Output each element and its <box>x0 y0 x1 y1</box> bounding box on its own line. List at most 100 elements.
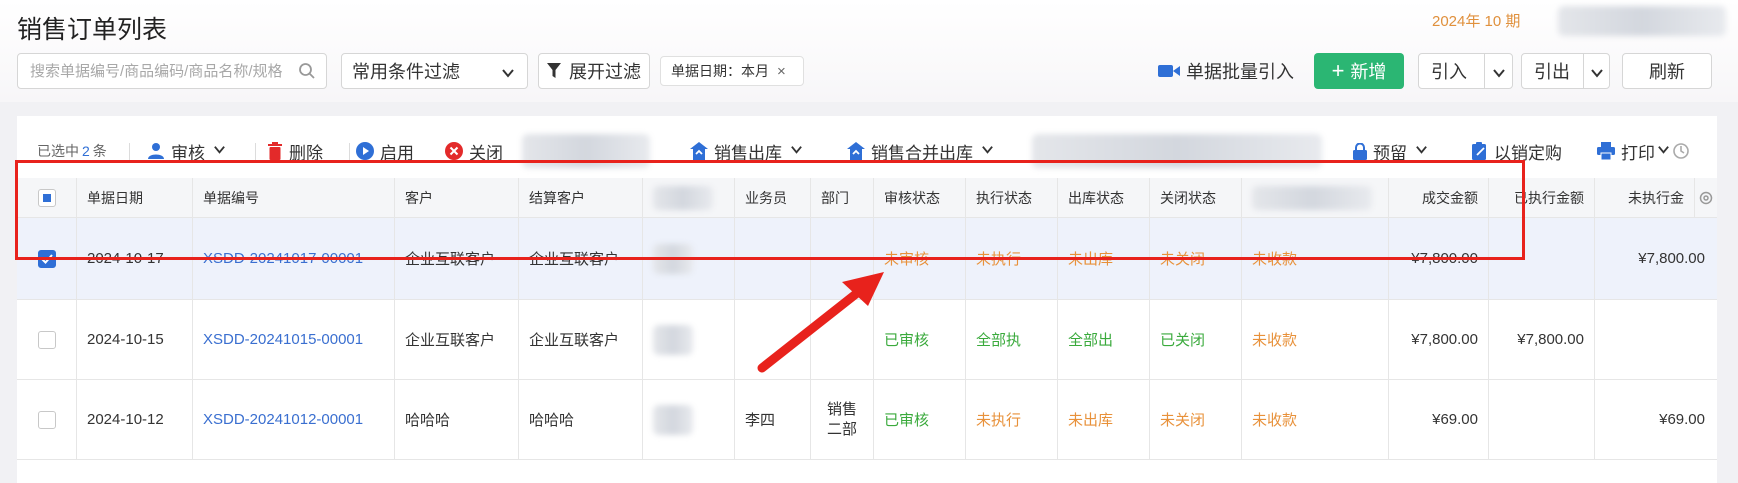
order-number-link[interactable]: XSDD-20241012-00001 <box>193 380 395 459</box>
column-header[interactable]: 审核状态 <box>874 178 966 217</box>
print-label: 打印 <box>1621 143 1655 163</box>
department <box>811 218 874 299</box>
sales-out-label: 销售出库 <box>714 143 782 163</box>
column-header-blurred[interactable] <box>643 178 735 217</box>
table-row[interactable]: 2024-10-15 XSDD-20241015-00001 企业互联客户 企业… <box>17 300 1717 380</box>
close-order-label: 关闭 <box>469 143 503 163</box>
row-select-cell[interactable] <box>17 300 77 379</box>
search-input[interactable] <box>18 54 288 88</box>
table-row[interactable]: 2024-10-12 XSDD-20241012-00001 哈哈哈 哈哈哈 李… <box>17 380 1717 460</box>
row-select-cell[interactable] <box>17 380 77 459</box>
column-header[interactable]: 业务员 <box>735 178 811 217</box>
order-date: 2024-10-17 <box>77 218 193 299</box>
search-box[interactable] <box>17 53 327 89</box>
split-divider <box>1484 54 1485 88</box>
blurred-toolbar-actions[interactable] <box>1032 134 1322 168</box>
audit-status: 已审核 <box>874 300 966 379</box>
column-header[interactable]: 成交金额 <box>1389 178 1489 217</box>
user-info-blurred[interactable] <box>1558 6 1726 36</box>
header-select-all[interactable] <box>17 178 77 217</box>
history-icon[interactable] <box>1672 142 1690 160</box>
column-header[interactable]: 单据日期 <box>77 178 193 217</box>
unexecuted-amount: ¥69.00 <box>1659 411 1705 428</box>
order-date: 2024-10-15 <box>77 300 193 379</box>
order-number-link[interactable]: XSDD-20241015-00001 <box>193 300 395 379</box>
row-select-cell[interactable] <box>17 218 77 299</box>
close-icon[interactable]: × <box>777 63 786 80</box>
column-header[interactable]: 出库状态 <box>1058 178 1150 217</box>
split-divider <box>1583 54 1584 88</box>
out-status: 全部出 <box>1058 300 1150 379</box>
export-button-label: 引出 <box>1534 62 1570 82</box>
order-list-panel: 已选中 2 条 审核 删除 启用 关闭 销售出库 销售合并出库 预留 以销定购 … <box>17 116 1717 483</box>
close-status: 已关闭 <box>1150 300 1242 379</box>
reserve-button[interactable]: 预留 <box>1353 132 1428 170</box>
unexecuted-amount <box>1595 300 1717 379</box>
blurred-header-text <box>1252 185 1372 210</box>
expand-filter-button[interactable]: 展开过滤 <box>538 53 650 89</box>
settle-customer: 企业互联客户 <box>519 218 643 299</box>
selected-count: 2 <box>82 143 90 159</box>
blurred-toolbar-action[interactable] <box>522 134 650 168</box>
out-status: 未出库 <box>1058 218 1150 299</box>
row-checkbox[interactable] <box>37 249 56 268</box>
merged-out-button[interactable]: 销售合并出库 <box>847 132 994 170</box>
blurred-text <box>653 324 693 355</box>
salesman <box>735 300 811 379</box>
import-button[interactable]: 引入 <box>1418 53 1513 89</box>
purchase-by-sale-button[interactable]: 以销定购 <box>1472 132 1562 170</box>
page-title: 销售订单列表 <box>17 16 168 44</box>
table-header-row: 单据日期 单据编号 客户 结算客户 业务员 部门 审核状态 执行状态 出库状态 … <box>17 178 1717 218</box>
column-header[interactable]: 未执行金 <box>1595 178 1695 217</box>
export-button[interactable]: 引出 <box>1521 53 1610 89</box>
column-header[interactable]: 客户 <box>395 178 519 217</box>
column-header[interactable]: 已执行金额 <box>1489 178 1595 217</box>
sales-out-button[interactable]: 销售出库 <box>690 132 803 170</box>
column-settings[interactable] <box>1695 178 1717 217</box>
action-toolbar: 已选中 2 条 审核 删除 启用 关闭 销售出库 销售合并出库 预留 以销定购 … <box>17 132 1717 170</box>
column-header[interactable]: 关闭状态 <box>1150 178 1242 217</box>
delete-button[interactable]: 删除 <box>267 132 323 170</box>
department <box>811 300 874 379</box>
column-header[interactable]: 单据编号 <box>193 178 395 217</box>
condition-filter-select[interactable]: 常用条件过滤 <box>341 53 528 89</box>
batch-import-link[interactable]: 单据批量引入 <box>1158 58 1294 84</box>
add-button[interactable]: + 新增 <box>1314 53 1404 89</box>
expand-filter-label: 展开过滤 <box>569 62 641 82</box>
page-header: 销售订单列表 2024年 10 期 常用条件过滤 展开过滤 单据日期：本月 × … <box>0 0 1738 102</box>
salesman: 李四 <box>735 380 811 459</box>
accounting-period[interactable]: 2024年 10 期 <box>1432 10 1520 31</box>
enable-button[interactable]: 启用 <box>356 132 414 170</box>
chevron-down-icon[interactable] <box>1590 64 1604 85</box>
toolbar-divider <box>129 143 130 161</box>
condition-filter-value: 常用条件过滤 <box>352 62 460 82</box>
row-checkbox[interactable] <box>37 330 56 349</box>
order-number-link[interactable]: XSDD-20241017-00001 <box>193 218 395 299</box>
blurred-header-text <box>653 185 713 210</box>
refresh-button[interactable]: 刷新 <box>1622 53 1712 89</box>
chevron-down-icon[interactable] <box>1492 64 1506 85</box>
audit-status: 未审核 <box>874 218 966 299</box>
column-header[interactable]: 部门 <box>811 178 874 217</box>
purchase-by-sale-label: 以销定购 <box>1494 143 1562 163</box>
selected-prefix: 已选中 <box>37 143 79 159</box>
collect-status: 未收款 <box>1242 380 1389 459</box>
executed-amount <box>1489 218 1595 299</box>
close-order-button[interactable]: 关闭 <box>445 132 503 170</box>
column-header-blurred[interactable] <box>1242 178 1389 217</box>
chevron-down-icon <box>981 141 994 161</box>
date-filter-tag[interactable]: 单据日期：本月 × <box>660 56 804 86</box>
column-header[interactable]: 结算客户 <box>519 178 643 217</box>
filter-icon <box>547 63 561 79</box>
column-header[interactable]: 执行状态 <box>966 178 1058 217</box>
audit-button[interactable]: 审核 <box>147 132 226 170</box>
gear-icon[interactable] <box>1698 190 1714 206</box>
search-icon[interactable] <box>298 62 316 85</box>
print-button[interactable]: 打印 <box>1597 132 1690 170</box>
exec-status: 未执行 <box>966 218 1058 299</box>
plus-icon: + <box>1331 58 1345 83</box>
row-checkbox[interactable] <box>37 410 56 429</box>
table-row[interactable]: 2024-10-17 XSDD-20241017-00001 企业互联客户 企业… <box>17 218 1717 300</box>
select-all-checkbox[interactable] <box>37 188 56 207</box>
chevron-down-icon <box>213 141 226 161</box>
